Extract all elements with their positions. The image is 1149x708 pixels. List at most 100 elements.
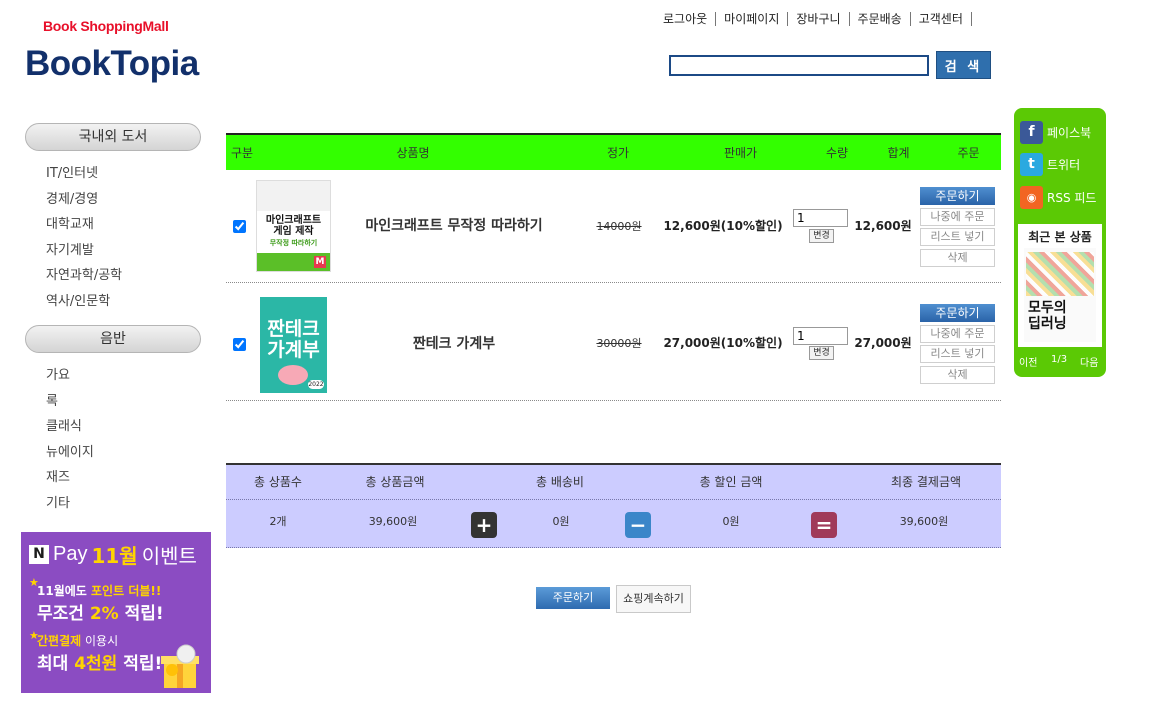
sale-price: 12,600원(10%할인): [663, 219, 783, 233]
product-title[interactable]: 마인크래프트 무작정 따라하기: [338, 215, 570, 235]
gift-icon: [161, 644, 199, 688]
item-checkbox[interactable]: [233, 338, 246, 351]
summary-divider: [226, 499, 1001, 500]
rss-link[interactable]: ◉ RSS 피드: [1020, 186, 1096, 209]
cover-title: 마인크래프트: [265, 215, 322, 226]
col-header-list-price: 정가: [606, 146, 630, 160]
order-button[interactable]: 주문하기: [536, 587, 610, 609]
cover-year: 2022: [308, 380, 324, 389]
recent-book-cover[interactable]: 모두의 딥러닝: [1024, 248, 1096, 342]
summary-discount: 0원: [722, 515, 740, 528]
twitter-link[interactable]: t 트위터: [1020, 153, 1080, 176]
list-price: 30000원: [596, 337, 642, 350]
quick-side-panel: f 페이스북 t 트위터 ◉ RSS 피드 최근 본 상품 모두의 딥러닝 이전…: [1014, 108, 1106, 377]
top-navigation: 로그아웃 마이페이지 장바구니 주문배송 고객센터: [655, 12, 972, 26]
facebook-icon: f: [1020, 121, 1043, 144]
banner-line-1: 11월에도 포인트 더블!!: [37, 582, 161, 599]
quantity-change-button[interactable]: 변경: [809, 229, 834, 243]
category-item[interactable]: 재즈: [46, 465, 94, 491]
nav-logout[interactable]: 로그아웃: [655, 12, 717, 26]
banner-text: 적립!: [118, 604, 164, 624]
item-checkbox[interactable]: [233, 220, 246, 233]
cart-row: 짠테크 가계부 2022 짠테크 가계부 30000원 27,000원(10%할…: [226, 283, 1001, 401]
order-later-button[interactable]: 나중에 주문: [920, 208, 995, 226]
cover-title: 짠테크: [267, 318, 320, 340]
recent-page-indicator: 1/3: [1051, 354, 1068, 365]
category-header-music[interactable]: 음반: [25, 325, 201, 353]
npay-event-banner[interactable]: N Pay 11월 이벤트 ★ 11월에도 포인트 더블!! 무조건 2% 적립…: [21, 532, 211, 693]
recent-prev-button[interactable]: 이전: [1019, 354, 1037, 369]
order-item-button[interactable]: 주문하기: [920, 304, 995, 322]
category-item[interactable]: 뉴에이지: [46, 440, 94, 466]
category-item[interactable]: IT/인터넷: [46, 161, 122, 187]
delete-item-button[interactable]: 삭제: [920, 366, 995, 384]
category-item[interactable]: 클래식: [46, 414, 94, 440]
cover-title: 게임 제작: [273, 226, 314, 237]
category-header-books[interactable]: 국내외 도서: [25, 123, 201, 151]
category-item[interactable]: 대학교재: [46, 212, 122, 238]
continue-shopping-button[interactable]: 쇼핑계속하기: [616, 585, 691, 613]
npay-title: N Pay 11월 이벤트: [29, 540, 197, 569]
quantity-change-button[interactable]: 변경: [809, 346, 834, 360]
category-item[interactable]: 가요: [46, 363, 94, 389]
npay-logo-icon: N: [29, 545, 49, 564]
summary-count: 2개: [269, 515, 287, 528]
cover-title: 가계부: [267, 339, 320, 361]
banner-text: 이용시: [81, 634, 119, 648]
banner-text: 최대: [37, 654, 75, 674]
category-item[interactable]: 기타: [46, 491, 94, 517]
nav-mypage[interactable]: 마이페이지: [716, 12, 789, 26]
nav-order-delivery[interactable]: 주문배송: [850, 12, 911, 26]
cart-table: 구분 상품명 정가 판매가 수량 합계 주문 마인크래프트 게임 제작 무작정 …: [226, 133, 1001, 401]
product-title[interactable]: 짠테크 가계부: [338, 333, 570, 353]
site-logo[interactable]: BookTopia: [25, 44, 199, 84]
banner-highlight: 간편결제: [37, 634, 82, 648]
search-input[interactable]: [669, 55, 929, 76]
add-to-wishlist-button[interactable]: 리스트 넣기: [920, 228, 995, 246]
book-cover-minecraft[interactable]: 마인크래프트 게임 제작 무작정 따라하기 M: [256, 180, 331, 272]
category-item[interactable]: 자연과학/공학: [46, 263, 122, 289]
col-header-type: 구분: [230, 146, 254, 160]
summary-final-amount: 39,600원: [899, 515, 949, 528]
npay-month: 11월: [91, 544, 138, 568]
twitter-label: 트위터: [1047, 158, 1081, 172]
category-list-music: 가요 록 클래식 뉴에이지 재즈 기타: [46, 363, 94, 516]
equals-icon: =: [811, 512, 837, 538]
summary-header-product-amount: 총 상품금액: [365, 475, 425, 489]
minus-icon: −: [625, 512, 651, 538]
banner-highlight: 4천원: [74, 654, 118, 674]
col-header-order: 주문: [957, 146, 980, 160]
facebook-link[interactable]: f 페이스북: [1020, 121, 1091, 144]
rss-icon: ◉: [1020, 186, 1043, 209]
twitter-icon: t: [1020, 153, 1043, 176]
order-item-button[interactable]: 주문하기: [920, 187, 995, 205]
nav-cart[interactable]: 장바구니: [788, 12, 850, 26]
summary-header-discount: 총 할인 금액: [699, 475, 763, 489]
book-cover-jjantech[interactable]: 짠테크 가계부 2022: [260, 297, 327, 393]
npay-word: Pay: [53, 543, 88, 565]
brand-tagline: Book ShoppingMall: [43, 18, 169, 34]
search-button[interactable]: 검 색: [936, 51, 991, 79]
order-later-button[interactable]: 나중에 주문: [920, 325, 995, 343]
sale-price: 27,000원(10%할인): [663, 336, 783, 350]
banner-text: 에도: [64, 584, 92, 598]
recent-next-button[interactable]: 다음: [1080, 354, 1098, 369]
summary-product-amount: 39,600원: [368, 515, 418, 528]
banner-text: 무조건: [37, 604, 90, 624]
add-to-wishlist-button[interactable]: 리스트 넣기: [920, 345, 995, 363]
category-item[interactable]: 역사/인문학: [46, 289, 122, 315]
banner-line-2: 무조건 2% 적립!: [37, 599, 164, 624]
summary-header-shipping: 총 배송비: [536, 475, 584, 489]
cart-header-row: 구분 상품명 정가 판매가 수량 합계 주문: [226, 133, 1001, 170]
quantity-input[interactable]: [793, 209, 848, 227]
col-header-sale-price: 판매가: [723, 146, 758, 160]
nav-customer-center[interactable]: 고객센터: [911, 12, 972, 26]
recent-book-title: 모두의: [1028, 300, 1067, 316]
delete-item-button[interactable]: 삭제: [920, 249, 995, 267]
quantity-input[interactable]: [793, 327, 848, 345]
row-total: 12,600원: [854, 219, 912, 233]
category-item[interactable]: 록: [46, 389, 94, 415]
facebook-label: 페이스북: [1047, 126, 1092, 140]
category-item[interactable]: 자기계발: [46, 238, 122, 264]
category-item[interactable]: 경제/경영: [46, 187, 122, 213]
